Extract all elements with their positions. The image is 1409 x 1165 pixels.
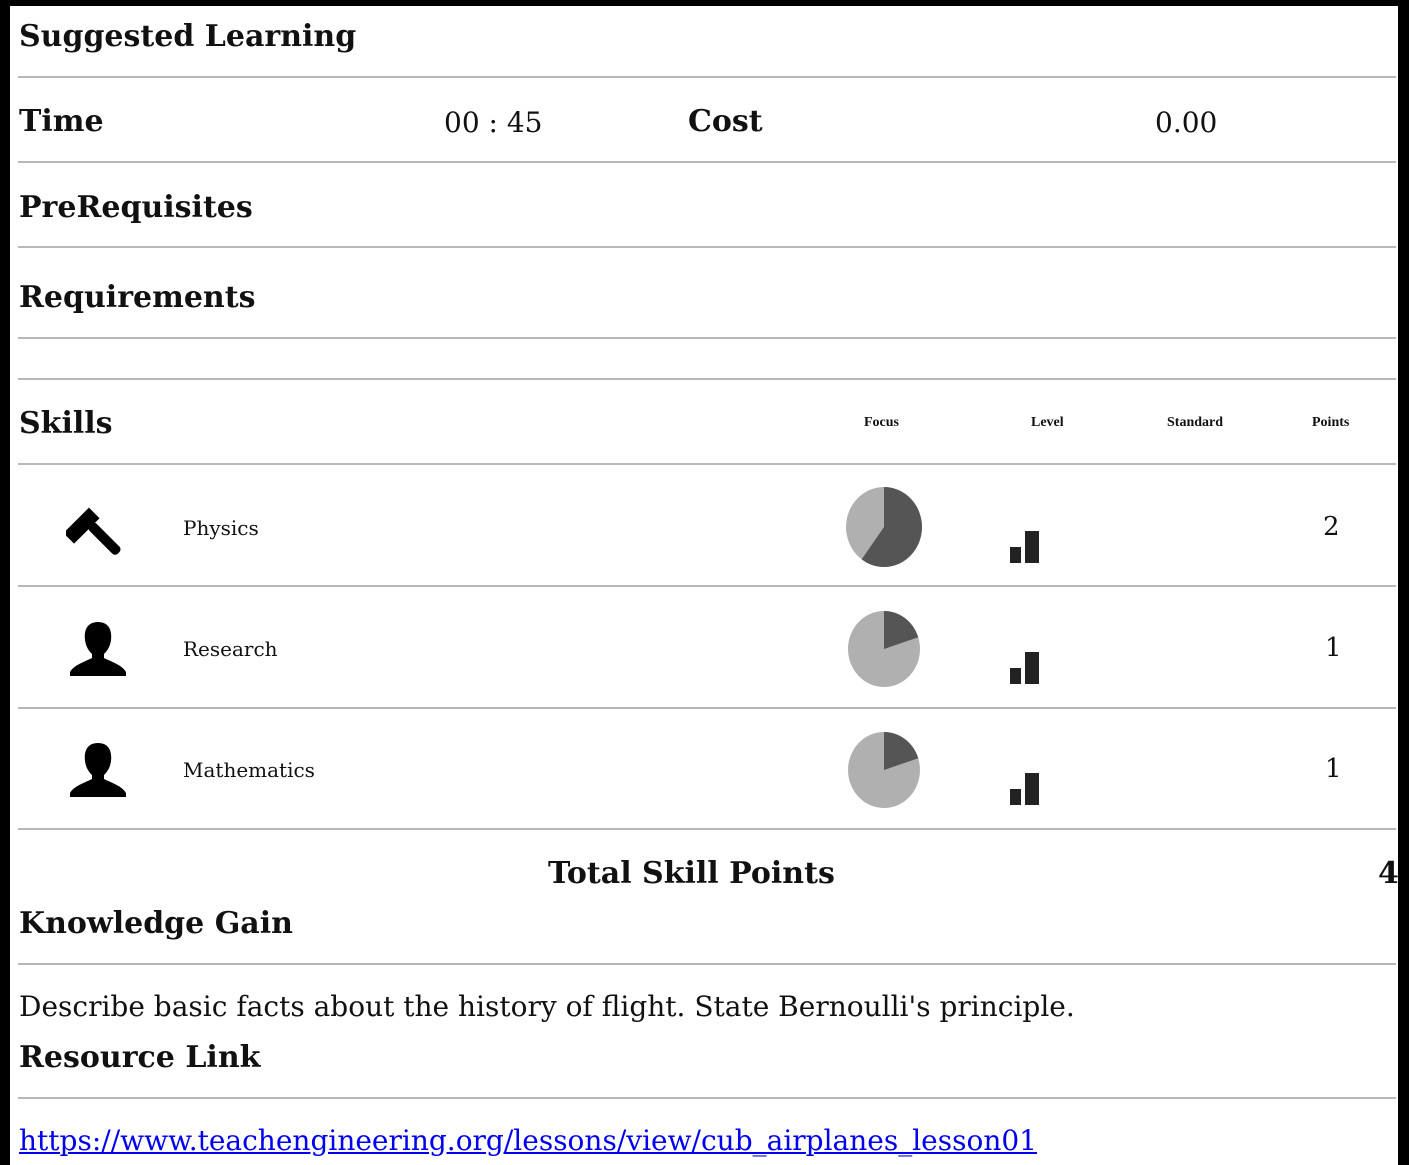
requirements-heading: Requirements [19,280,256,315]
time-label: Time [19,104,104,139]
cost-label: Cost [688,104,763,139]
skill-name: Mathematics [183,758,315,782]
divider [18,963,1396,965]
skill-name: Physics [183,516,259,540]
level-bars-icon [1010,773,1039,805]
divider [18,161,1396,163]
column-header-points: Points [1312,415,1350,430]
divider [18,1097,1396,1099]
divider [18,585,1396,587]
knowledge-gain-heading: Knowledge Gain [19,906,293,941]
divider [18,246,1396,248]
focus-pie-icon [848,611,920,687]
skill-name: Research [183,637,278,661]
total-skill-points-value: 4 [1378,856,1399,891]
level-bars-icon [1010,531,1039,563]
page-title: Suggested Learning [19,19,357,54]
skill-points: 1 [1325,754,1342,784]
level-bars-icon [1010,652,1039,684]
divider [18,76,1396,78]
frame-right-border [1398,0,1409,1165]
resource-link-heading: Resource Link [19,1040,261,1075]
column-header-standard: Standard [1167,415,1224,430]
focus-pie-icon [846,487,922,567]
person-icon [70,622,126,676]
divider [18,707,1396,709]
frame-left-border [0,0,10,1165]
cost-value: 0.00 [1155,106,1218,139]
column-header-level: Level [1031,415,1064,430]
hammer-icon [66,507,121,555]
total-skill-points-label: Total Skill Points [548,856,835,891]
time-value: 00 : 45 [444,106,543,139]
resource-link[interactable]: https://www.teachengineering.org/lessons… [19,1124,1037,1157]
divider [18,828,1396,830]
skills-heading: Skills [19,406,113,441]
column-header-focus: Focus [864,415,899,430]
knowledge-gain-text: Describe basic facts about the history o… [19,990,1075,1023]
person-icon [70,743,126,797]
frame-top-border [0,0,1409,6]
divider [18,463,1396,465]
skill-points: 1 [1325,633,1342,663]
prerequisites-heading: PreRequisites [19,190,253,225]
focus-pie-icon [848,732,920,808]
divider [18,378,1396,380]
skill-points: 2 [1323,512,1340,542]
divider [18,337,1396,339]
